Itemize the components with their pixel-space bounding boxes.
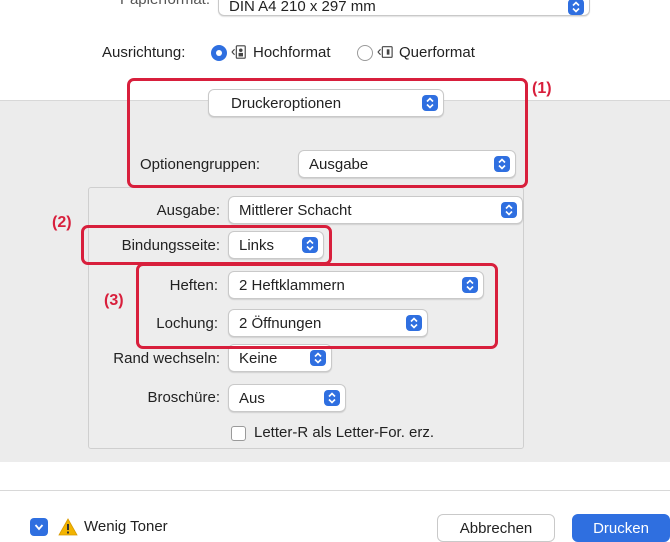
disclosure-button[interactable] xyxy=(30,518,48,536)
annotation-label-3: (3) xyxy=(104,292,124,309)
chevron-updown-icon xyxy=(501,202,517,218)
portrait-label: Hochformat xyxy=(253,44,331,61)
warning-text: Wenig Toner xyxy=(84,518,168,535)
portrait-radio[interactable] xyxy=(211,45,227,61)
annotation-label-2: (2) xyxy=(52,214,72,231)
portrait-orientation-icon xyxy=(231,44,247,65)
output-value: Mittlerer Schacht xyxy=(239,201,352,219)
chevron-updown-icon xyxy=(568,0,584,15)
booklet-value: Aus xyxy=(239,389,265,407)
output-popup[interactable]: Mittlerer Schacht xyxy=(228,196,523,224)
chevron-down-icon xyxy=(34,518,44,536)
margin-shift-label: Rand wechseln: xyxy=(113,350,220,367)
warning-icon xyxy=(58,518,78,541)
output-label: Ausgabe: xyxy=(156,202,220,219)
margin-shift-value: Keine xyxy=(239,349,278,367)
cancel-button[interactable]: Abbrechen xyxy=(437,514,555,542)
footer-separator xyxy=(0,490,670,491)
landscape-label: Querformat xyxy=(399,44,475,61)
annotation-label-1: (1) xyxy=(532,80,552,97)
orientation-label: Ausrichtung: xyxy=(102,44,186,61)
highlight-box-1 xyxy=(127,78,528,188)
landscape-radio[interactable] xyxy=(357,45,373,61)
paper-format-label: Papierformat: xyxy=(60,0,210,8)
booklet-popup[interactable]: Aus xyxy=(228,384,346,412)
chevron-updown-icon xyxy=(310,350,326,366)
paper-format-value: DIN A4 210 x 297 mm xyxy=(229,0,376,15)
highlight-box-2 xyxy=(81,225,332,265)
letter-checkbox[interactable] xyxy=(231,426,246,441)
landscape-orientation-icon xyxy=(377,44,393,65)
letter-checkbox-label: Letter-R als Letter-For. erz. xyxy=(254,424,435,441)
highlight-box-3 xyxy=(136,263,498,349)
chevron-updown-icon xyxy=(324,390,340,406)
paper-format-popup[interactable]: DIN A4 210 x 297 mm xyxy=(218,0,590,16)
booklet-label: Broschüre: xyxy=(147,389,220,406)
print-button[interactable]: Drucken xyxy=(572,514,670,542)
